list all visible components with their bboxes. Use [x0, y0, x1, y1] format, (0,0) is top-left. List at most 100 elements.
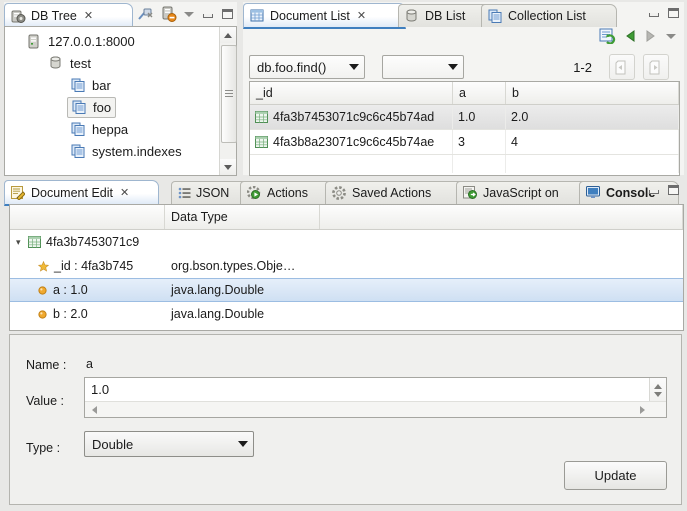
expander-icon[interactable]: ▾ [16, 237, 28, 248]
spinner-up-icon [654, 384, 662, 389]
tab-document-list-label: Document List [270, 8, 350, 23]
cell-a: 1.0 [453, 105, 506, 129]
close-icon[interactable]: ✕ [120, 186, 129, 199]
table-empty-row [250, 155, 679, 173]
app-window: DB Tree ✕ 127.0.0.1:8000 test bar foo he… [0, 0, 687, 511]
column-header-a[interactable]: a [453, 82, 506, 104]
scroll-down-icon[interactable] [220, 159, 236, 175]
document-icon [28, 235, 42, 249]
bottom-tabbar: Document Edit ✕ JSON Actions Saved Actio… [4, 179, 684, 206]
maximize-icon[interactable] [667, 7, 680, 19]
db-tree-tabbar: DB Tree ✕ [4, 2, 237, 29]
tab-document-edit-label: Document Edit [31, 185, 113, 200]
tab-collection-list-label: Collection List [508, 9, 586, 23]
minimize-icon[interactable] [648, 184, 661, 196]
tab-json-label: JSON [196, 186, 230, 200]
page-range-label: 1-2 [573, 60, 592, 75]
chevron-down-icon [238, 441, 248, 447]
chevron-down-icon [349, 64, 359, 70]
name-label: Name : [26, 358, 67, 372]
minimize-icon[interactable] [648, 7, 661, 19]
db-tree-client: 127.0.0.1:8000 test bar foo heppa system… [4, 26, 237, 176]
tab-db-tree-label: DB Tree [31, 8, 77, 23]
scroll-right-icon[interactable] [635, 402, 650, 417]
tab-saved-actions[interactable]: Saved Actions [325, 181, 472, 204]
tree-node-server[interactable]: 127.0.0.1:8000 [5, 30, 219, 52]
tree-row-id[interactable]: _id : 4fa3b745 org.bson.types.Obje… [10, 254, 683, 278]
update-button[interactable]: Update [564, 461, 667, 490]
name-value: a [86, 357, 93, 371]
tree-row-label: b : 2.0 [53, 307, 88, 321]
tab-saved-actions-label: Saved Actions [352, 186, 432, 200]
tab-javascript-on[interactable]: JavaScript on [456, 181, 595, 204]
view-menu-chevron-icon[interactable] [183, 8, 196, 20]
bottom-panel: Document Edit ✕ JSON Actions Saved Actio… [4, 179, 684, 508]
tree-node-collection-bar[interactable]: bar [5, 74, 219, 96]
tree-row-label: a : 1.0 [53, 283, 88, 297]
column-header-data-type[interactable]: Data Type [165, 205, 320, 229]
value-label: Value : [26, 394, 64, 408]
document-table-header: _id a b [250, 82, 679, 105]
refresh-icon[interactable] [599, 28, 616, 44]
database-icon [49, 56, 65, 70]
tree-node-collection-system-indexes[interactable]: system.indexes [5, 140, 219, 162]
tree-row-label: _id : 4fa3b745 [54, 259, 134, 273]
tree-node-label: foo [93, 99, 112, 115]
type-combo[interactable]: Double [84, 431, 254, 457]
tree-row-document[interactable]: ▾ 4fa3b7453071c9 [10, 230, 683, 254]
maximize-icon[interactable] [667, 184, 680, 196]
tree-node-database[interactable]: test [5, 52, 219, 74]
table-row[interactable]: 4fa3b8a23071c9c6c45b74ae 3 4 [250, 130, 679, 155]
disconnect-icon[interactable] [137, 7, 155, 22]
chevron-down-icon [448, 64, 458, 70]
query-combo-value: db.foo.find() [257, 59, 327, 75]
column-header-name[interactable] [10, 205, 165, 229]
column-header-extra[interactable] [320, 205, 683, 229]
value-horizontal-scrollbar[interactable] [85, 401, 666, 417]
field-combo[interactable] [382, 55, 464, 79]
cell-a: 3 [453, 130, 506, 154]
db-tree-vertical-scrollbar[interactable] [219, 27, 237, 175]
scroll-thumb[interactable] [221, 45, 237, 143]
maximize-icon[interactable] [221, 8, 234, 20]
tree-node-label: system.indexes [92, 143, 182, 159]
document-edit-tree-header: Data Type [10, 205, 683, 230]
db-tree-icon [11, 9, 27, 23]
value-input[interactable]: 1.0 [91, 382, 646, 397]
close-icon[interactable]: ✕ [357, 9, 366, 22]
tree-row-type: java.lang.Double [171, 307, 265, 321]
view-menu-chevron-icon[interactable] [665, 30, 678, 42]
tab-collection-list[interactable]: Collection List [481, 4, 617, 27]
query-combo[interactable]: db.foo.find() [249, 55, 365, 79]
tab-javascript-on-label: JavaScript on [483, 186, 559, 200]
scroll-up-icon[interactable] [220, 27, 236, 43]
collection-icon [71, 144, 87, 158]
document-list-tabbar: Document List ✕ DB List Collection List [243, 2, 684, 29]
table-row[interactable]: 4fa3b7453071c9c6c45b74ad 1.0 2.0 [250, 105, 679, 130]
server-remove-icon[interactable] [161, 6, 177, 22]
tree-node-collection-heppa[interactable]: heppa [5, 118, 219, 140]
document-edit-icon [11, 185, 27, 200]
cell-id: 4fa3b8a23071c9c6c45b74ae [273, 135, 435, 149]
scroll-left-icon[interactable] [87, 402, 102, 417]
db-tree-toolbar [137, 6, 234, 22]
tab-document-edit[interactable]: Document Edit ✕ [4, 180, 159, 206]
db-tree-panel: DB Tree ✕ 127.0.0.1:8000 test bar foo he… [4, 2, 237, 176]
document-list-toolbar [243, 26, 684, 49]
value-spinner[interactable] [649, 378, 666, 403]
next-page-button[interactable] [643, 54, 669, 80]
prev-page-icon [615, 60, 629, 75]
tree-row-b[interactable]: b : 2.0 java.lang.Double [10, 302, 683, 326]
column-header-b[interactable]: b [506, 82, 679, 104]
tree-node-collection-foo[interactable]: foo [5, 96, 219, 118]
type-label: Type : [26, 441, 61, 455]
next-page-icon [649, 60, 663, 75]
cell-b: 2.0 [506, 105, 679, 129]
arrow-left-icon[interactable] [625, 30, 636, 42]
column-header-id[interactable]: _id [250, 82, 453, 104]
tree-node-label: 127.0.0.1:8000 [48, 33, 135, 49]
close-icon[interactable]: ✕ [84, 9, 93, 22]
prev-page-button[interactable] [609, 54, 635, 80]
minimize-icon[interactable] [202, 8, 215, 20]
tree-row-a[interactable]: a : 1.0 java.lang.Double [10, 278, 683, 302]
